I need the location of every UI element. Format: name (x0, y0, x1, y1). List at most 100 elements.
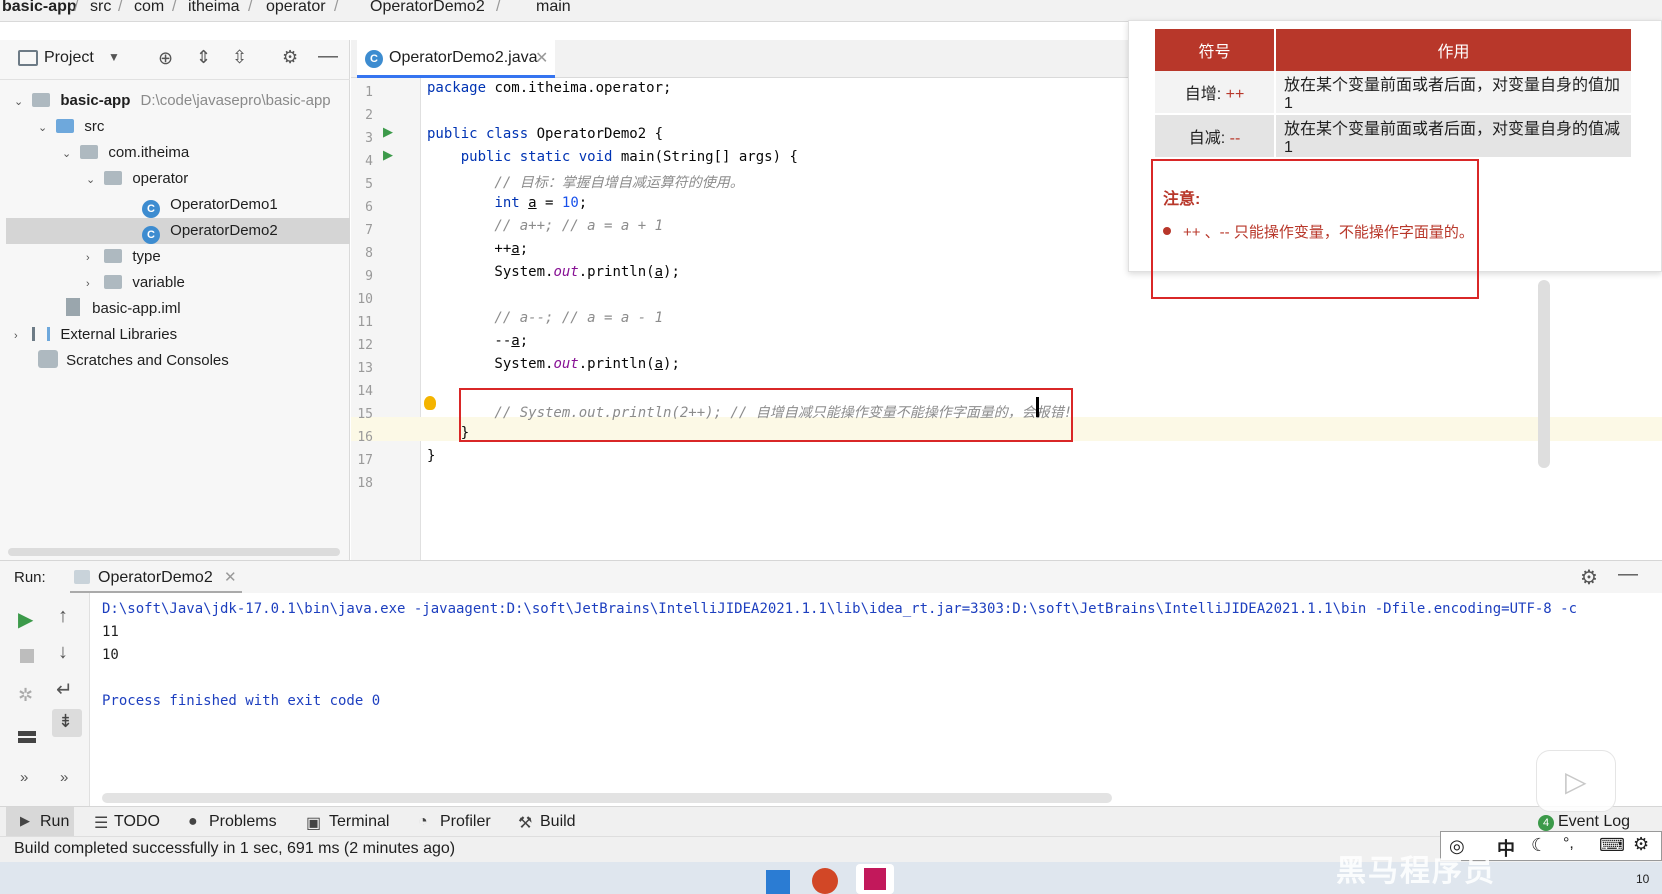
java-class-icon: C (142, 200, 160, 218)
breadcrumb-item-com[interactable]: com (134, 0, 164, 16)
line-number: 9 (365, 269, 373, 284)
tool-tab-profiler[interactable]: Profiler (440, 813, 491, 831)
minimize-icon[interactable]: — (1618, 563, 1638, 586)
java-class-icon: C (365, 50, 383, 68)
tab-operatordemo2[interactable]: C OperatorDemo2.java ✕ (357, 40, 555, 78)
code-line[interactable]: ++a; (427, 241, 528, 257)
tree-item-operatordemo1[interactable]: C OperatorDemo1 (120, 192, 278, 218)
table-cell: 放在某个变量前面或者后面，对变量自身的值减1 (1275, 114, 1633, 159)
breadcrumb: basic-app / src / com / itheima / operat… (0, 0, 1662, 22)
code-line[interactable]: int a = 10; (427, 195, 587, 211)
chevron-down-icon[interactable]: ⌄ (38, 115, 52, 141)
play-icon: ▷ (1565, 766, 1587, 797)
minimize-icon[interactable]: — (318, 45, 338, 68)
tree-item-com-itheima[interactable]: ⌄ com.itheima (62, 140, 189, 166)
gear-icon[interactable]: ⚙ (282, 47, 298, 68)
powerpoint-icon[interactable] (812, 868, 838, 894)
soft-wrap-icon[interactable]: ↵ (56, 677, 73, 702)
project-view-label[interactable]: Project (44, 49, 94, 67)
code-line[interactable]: // a++; // a = a + 1 (427, 218, 663, 234)
chevron-down-icon[interactable]: ⌄ (14, 89, 28, 115)
chevron-right-icon[interactable]: › (86, 271, 100, 297)
locate-icon[interactable]: ⊕ (158, 48, 173, 69)
chevron-down-icon[interactable]: ⌄ (86, 167, 100, 193)
table-header: 符号 (1155, 29, 1276, 71)
breadcrumb-separator: / (74, 0, 79, 15)
highlight-box (459, 388, 1073, 442)
moon-icon[interactable]: ☾ (1531, 835, 1547, 856)
chevron-right-icon[interactable]: › (14, 323, 28, 349)
code-line[interactable]: public static void main(String[] args) { (427, 149, 798, 165)
more-icon[interactable]: » (60, 769, 68, 786)
breadcrumb-item-class[interactable]: OperatorDemo2 (370, 0, 485, 16)
chevron-down-icon[interactable]: ⌄ (62, 141, 76, 167)
close-icon[interactable]: ✕ (224, 568, 237, 586)
vertical-scrollbar[interactable] (1538, 280, 1550, 468)
code-line[interactable]: System.out.println(a); (427, 356, 679, 372)
line-number: 17 (357, 453, 373, 468)
line-number: 10 (357, 292, 373, 307)
rerun-icon[interactable]: ▶ (18, 607, 33, 632)
tree-item-operator[interactable]: ⌄ operator (86, 166, 188, 192)
code-line[interactable]: --a; (427, 333, 528, 349)
gear-icon[interactable]: ⚙ (1580, 565, 1598, 590)
tree-item-variable[interactable]: › variable (86, 270, 185, 296)
keyboard-icon[interactable]: ⌨ (1599, 835, 1625, 856)
run-gutter-icon[interactable]: ▶ (383, 147, 393, 163)
tree-item-external-libraries[interactable]: › External Libraries (14, 322, 177, 348)
chevron-right-icon[interactable]: › (86, 245, 100, 271)
tree-item-basic-app[interactable]: ⌄ basic-app D:\code\javasepro\basic-app (14, 88, 331, 114)
tool-tab-event-log[interactable]: Event Log (1558, 813, 1630, 831)
watermark-text: 黑马程序员 (1336, 855, 1496, 888)
package-icon (104, 249, 123, 263)
expand-all-icon[interactable]: ⇕ (196, 47, 211, 68)
more-icon[interactable]: » (20, 769, 28, 786)
run-tab[interactable]: OperatorDemo2 ✕ (70, 561, 242, 593)
info-icon: ● (188, 813, 198, 830)
tree-item-operatordemo2[interactable]: C OperatorDemo2 (6, 218, 350, 244)
tool-tab-problems[interactable]: Problems (209, 813, 277, 831)
gear-icon[interactable]: ⚙ (1633, 834, 1649, 855)
ime-language-toggle[interactable]: 中 (1497, 835, 1515, 861)
code-line[interactable]: package com.itheima.operator; (427, 80, 671, 96)
line-number: 8 (365, 246, 373, 261)
package-icon (104, 171, 123, 185)
windows-start-icon[interactable] (766, 870, 790, 894)
punctuation-icon[interactable]: °, (1563, 835, 1574, 853)
chevron-down-icon[interactable]: ▼ (108, 50, 120, 64)
tree-item-path: D:\code\javasepro\basic-app (140, 92, 331, 109)
tree-item-type[interactable]: › type (86, 244, 161, 270)
code-line[interactable]: System.out.println(a); (427, 264, 679, 280)
collapse-all-icon[interactable]: ⇳ (232, 47, 247, 68)
project-panel-header: Project ▼ ⊕ ⇕ ⇳ ⚙ — (0, 40, 350, 80)
stop-icon[interactable] (20, 649, 34, 663)
breadcrumb-item-operator[interactable]: operator (266, 0, 326, 16)
tool-tab-terminal[interactable]: Terminal (329, 813, 389, 831)
breadcrumb-item-src[interactable]: src (90, 0, 111, 16)
tree-item-iml[interactable]: basic-app.iml (66, 296, 181, 322)
close-icon[interactable]: ✕ (535, 48, 548, 68)
event-log-badge: 4 (1538, 815, 1554, 831)
horizontal-scrollbar[interactable] (8, 548, 340, 556)
debug-icon[interactable]: ✲ (18, 685, 33, 706)
code-line[interactable]: public class OperatorDemo2 { (427, 126, 663, 142)
breadcrumb-item-method[interactable]: main (536, 0, 571, 16)
tool-tab-run[interactable]: Run (40, 813, 69, 831)
layout-icon[interactable] (18, 731, 36, 743)
tree-item-label: variable (132, 274, 185, 291)
breadcrumb-item-project[interactable]: basic-app (2, 0, 77, 16)
breadcrumb-item-itheima[interactable]: itheima (188, 0, 240, 16)
horizontal-scrollbar[interactable] (102, 793, 1112, 803)
code-line[interactable]: } (427, 448, 435, 464)
tool-tab-todo[interactable]: TODO (114, 813, 160, 831)
tree-item-src[interactable]: ⌄ src (38, 114, 104, 140)
arrow-up-icon[interactable]: ↑ (58, 605, 68, 628)
arrow-down-icon[interactable]: ↓ (58, 641, 68, 664)
run-gutter-icon[interactable]: ▶ (383, 124, 393, 140)
code-line[interactable]: // a--; // a = a - 1 (427, 310, 663, 326)
code-line[interactable]: // 目标：掌握自增自减运算符的使用。 (427, 172, 743, 192)
video-play-button[interactable]: ▷ (1536, 750, 1616, 812)
run-label: Run: (14, 569, 46, 586)
tree-item-scratches[interactable]: Scratches and Consoles (38, 348, 229, 374)
tool-tab-build[interactable]: Build (540, 813, 576, 831)
